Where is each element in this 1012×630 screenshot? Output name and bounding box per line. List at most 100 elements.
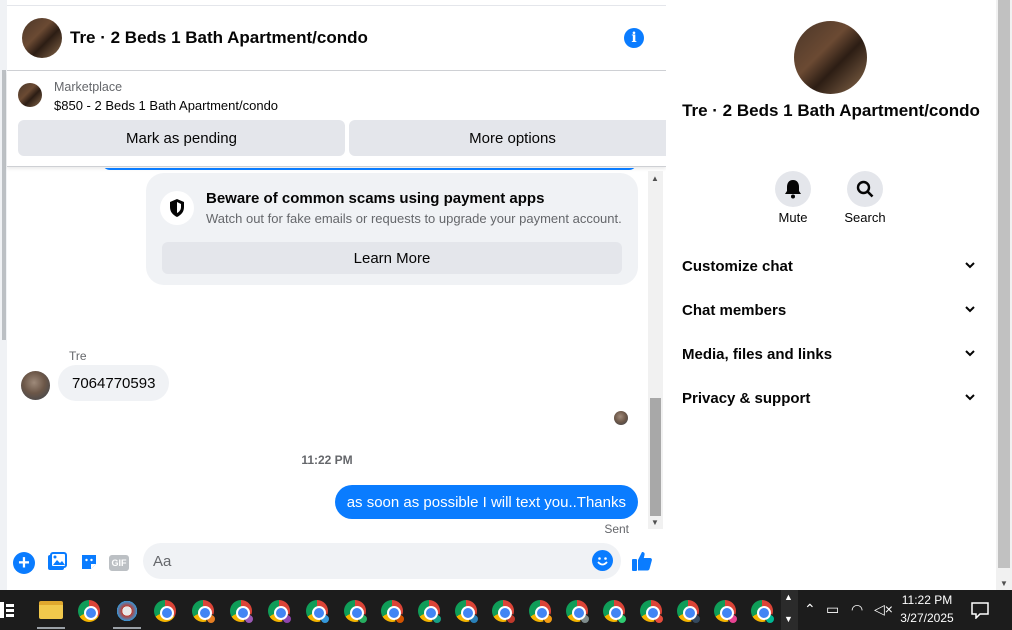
plus-icon[interactable]: + [13,552,35,574]
chrome-profile-icon[interactable] [677,600,701,624]
chevron-down-icon [965,262,975,269]
chevron-down-icon[interactable]: ▼ [784,614,793,624]
profile-badge [206,614,216,624]
chat-members-section[interactable]: Chat members [682,302,982,319]
listing-title[interactable]: $850 - 2 Beds 1 Bath Apartment/condo [54,98,278,113]
previous-message-bubble [102,168,637,170]
sender-name: Tre [69,349,87,363]
mute-button[interactable] [775,171,811,207]
listing-thumbnail[interactable] [22,18,62,58]
media-files-links-section[interactable]: Media, files and links [682,346,982,363]
task-view-icon[interactable] [0,602,14,618]
section-label: Customize chat [682,258,793,275]
chrome-profile-icon[interactable] [381,600,405,624]
outgoing-message[interactable]: as soon as possible I will text you..Tha… [334,485,638,519]
page-scrollbar[interactable]: ▼ [996,0,1012,590]
gif-icon[interactable]: GIF [109,555,129,571]
chrome-profile-icon[interactable] [714,600,738,624]
message-input[interactable]: Aa [143,543,621,579]
taskbar-scroll[interactable]: ▲ ▼ [781,590,798,630]
chrome-profile-icon[interactable] [529,600,553,624]
profile-badge [506,614,516,624]
seen-avatar-icon [614,411,628,425]
left-edge-scrollbar[interactable] [0,0,7,590]
volume-muted-icon[interactable]: ◁× [874,601,893,618]
wifi-icon[interactable]: ◠ [851,601,863,618]
paint-icon[interactable] [116,600,138,622]
show-hidden-icons-icon[interactable]: ⌃ [804,601,816,618]
chrome-profile-icon[interactable] [306,600,330,624]
chrome-profile-icon[interactable] [344,600,368,624]
sticker-icon[interactable] [79,552,101,574]
page-scroll-thumb[interactable] [998,0,1010,568]
profile-badge [282,614,292,624]
message-input-placeholder: Aa [153,552,172,570]
chevron-down-icon [965,394,975,401]
chrome-profile-icon[interactable] [640,600,664,624]
profile-badge [617,614,627,624]
more-options-button[interactable]: More options [349,120,676,156]
scam-notice-card: Beware of common scams using payment app… [146,173,638,285]
chevron-down-icon [965,350,975,357]
scroll-down-icon[interactable]: ▼ [1000,579,1008,588]
profile-badge [765,614,775,624]
chrome-profile-icon[interactable] [418,600,442,624]
composer: + GIF Aa [7,541,666,591]
profile-badge [432,614,442,624]
avatar[interactable] [21,371,50,400]
chevron-up-icon[interactable]: ▲ [784,592,793,602]
scroll-up-icon[interactable]: ▲ [651,174,659,183]
bell-icon [785,180,801,199]
notification-icon[interactable] [971,602,989,619]
scroll-down-icon[interactable]: ▼ [651,518,659,527]
taskbar-date[interactable]: 3/27/2025 [892,611,962,625]
chat-header: Tre · 2 Beds 1 Bath Apartment/condo i [7,6,666,71]
incoming-message[interactable]: 7064770593 [58,365,170,401]
taskbar-time[interactable]: 11:22 PM [892,593,962,607]
chrome-profile-icon[interactable] [230,600,254,624]
profile-badge [469,614,479,624]
chrome-profile-icon[interactable] [192,600,216,624]
file-explorer-icon[interactable] [39,601,63,619]
photo-icon[interactable] [47,552,69,574]
chrome-profile-icon[interactable] [751,600,775,624]
profile-badge [728,614,738,624]
chevron-down-icon [965,306,975,313]
profile-badge [395,614,405,624]
chat-scrollbar[interactable]: ▲ ▼ [648,171,663,529]
message-list[interactable]: Beware of common scams using payment app… [7,168,666,541]
marketplace-label: Marketplace [54,80,123,94]
marketplace-thumbnail[interactable] [18,83,42,107]
search-button[interactable] [847,171,883,207]
message-status: Sent [604,522,629,536]
profile-badge [320,614,330,624]
section-label: Chat members [682,302,787,319]
left-scroll-thumb[interactable] [2,70,6,340]
chat-window: Tre · 2 Beds 1 Bath Apartment/condo i Ma… [7,5,676,591]
battery-icon[interactable]: ▭ [826,601,839,618]
taskbar: ▲ ▼ ⌃ ▭ ◠ ◁× 11:22 PM 3/27/2025 [0,590,1012,630]
chrome-profile-icon[interactable] [455,600,479,624]
learn-more-button[interactable]: Learn More [162,242,622,274]
chrome-icon[interactable] [154,600,176,622]
chrome-profile-icon[interactable] [268,600,292,624]
shield-icon [160,191,194,225]
thumbs-up-icon[interactable] [631,550,653,572]
chrome-profile-icon[interactable] [603,600,627,624]
chat-scroll-thumb[interactable] [650,398,661,516]
app-window: Tre · 2 Beds 1 Bath Apartment/condo i Ma… [0,0,1012,630]
privacy-support-section[interactable]: Privacy & support [682,390,982,407]
mute-label: Mute [778,210,808,225]
mark-as-pending-button[interactable]: Mark as pending [18,120,345,156]
active-indicator [37,627,65,629]
chrome-icon[interactable] [78,600,100,622]
chrome-profile-icon[interactable] [566,600,590,624]
info-icon[interactable]: i [624,28,644,48]
emoji-icon[interactable] [592,550,613,571]
customize-chat-section[interactable]: Customize chat [682,258,982,275]
scam-notice-title: Beware of common scams using payment app… [206,190,545,207]
chat-title[interactable]: Tre · 2 Beds 1 Bath Apartment/condo [70,28,368,48]
chrome-profile-icon[interactable] [492,600,516,624]
panel-thumbnail[interactable] [794,21,867,94]
profile-badge [543,614,553,624]
